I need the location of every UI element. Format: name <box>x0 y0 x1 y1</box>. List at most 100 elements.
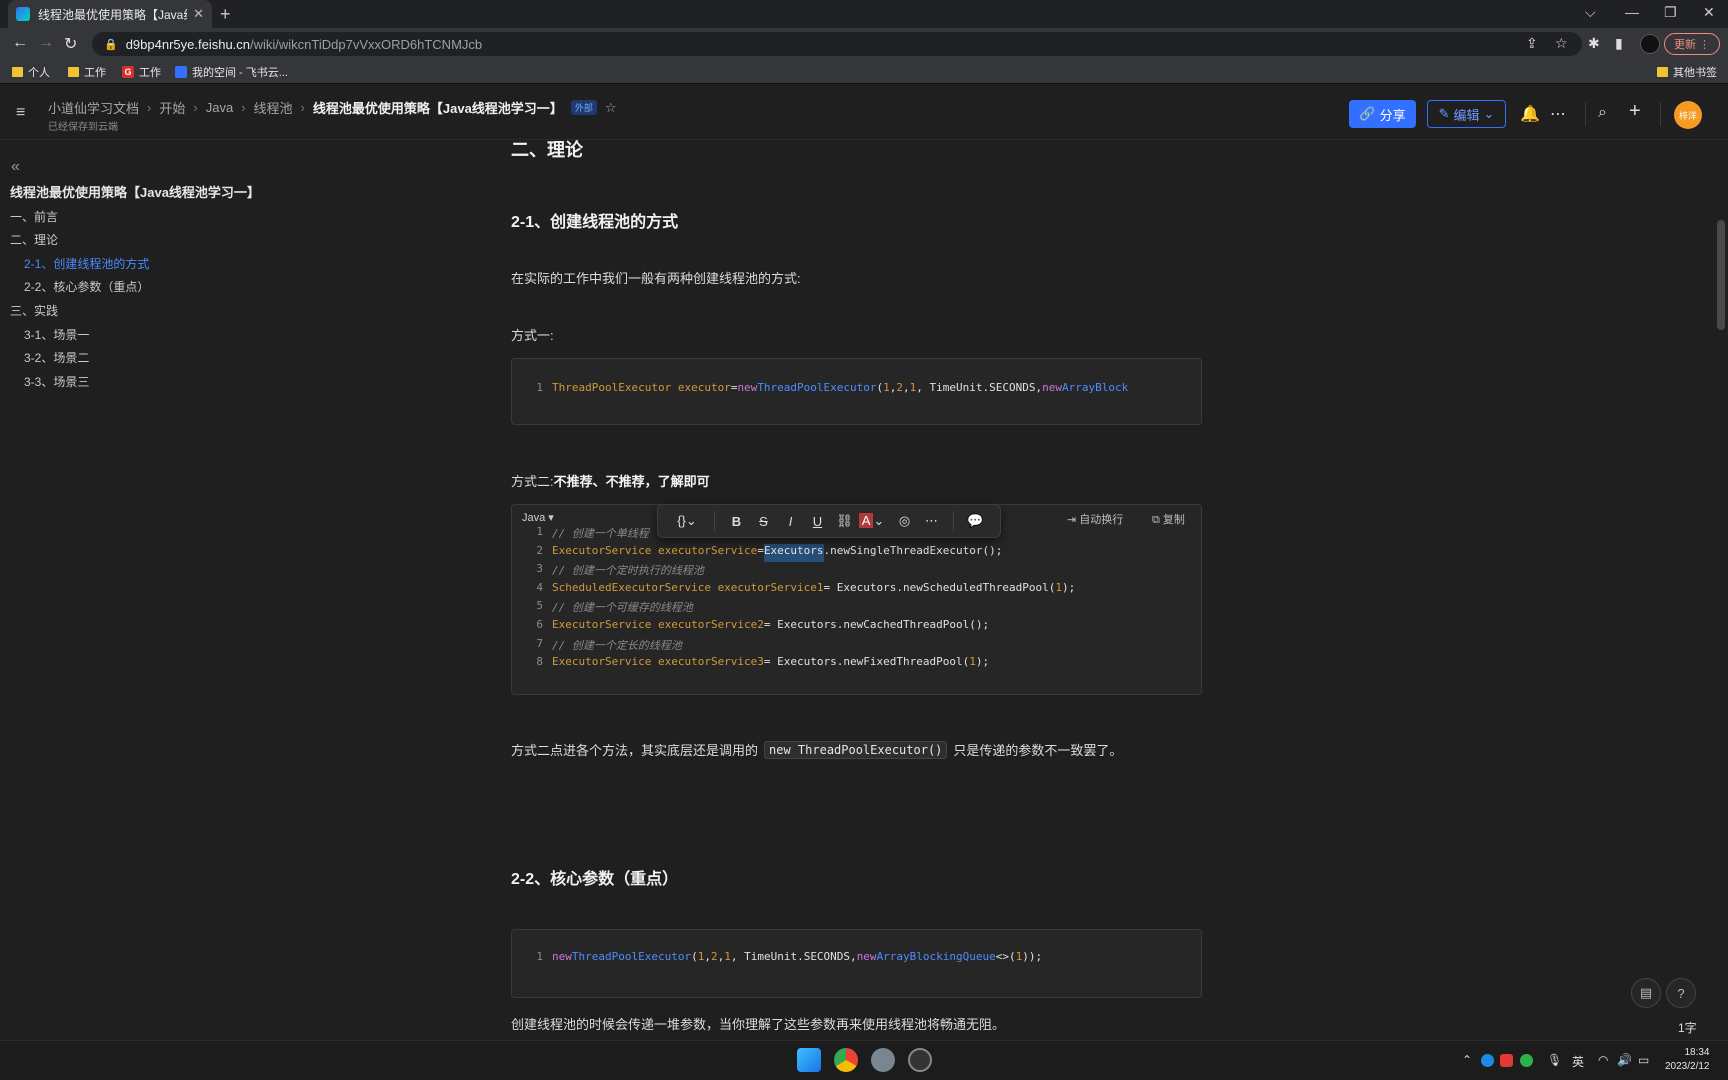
bookmark-work-link[interactable]: G 工作 <box>122 64 161 80</box>
plus-icon[interactable]: + <box>1629 100 1641 123</box>
code-block-3[interactable]: 1 new ThreadPoolExecutor(1, 2, 1, TimeUnit… <box>511 929 1202 998</box>
bookmark-my-space[interactable]: 我的空间 - 飞书云... <box>175 64 288 80</box>
help-icon[interactable]: ? <box>1666 978 1696 1008</box>
paragraph-way2[interactable]: 方式二:不推荐、不推荐，了解即可 <box>511 471 710 490</box>
extensions-icon[interactable]: ✱ <box>1588 35 1600 52</box>
wifi-icon[interactable]: ◠ <box>1598 1053 1608 1067</box>
bell-icon[interactable]: 🔔 <box>1520 104 1540 124</box>
toc-item[interactable]: 二、理论 <box>10 231 58 248</box>
breadcrumb-item[interactable]: 开始 <box>159 98 185 117</box>
code-token: 2 <box>896 381 904 394</box>
code-line[interactable]: 1 ThreadPoolExecutor executor = new Threa… <box>512 381 1128 399</box>
toc-title[interactable]: 线程池最优使用策略【Java线程池学习一】 <box>10 182 260 201</box>
settings-icon[interactable] <box>871 1048 895 1072</box>
toc-item-active[interactable]: 2-1、创建线程池的方式 <box>24 255 149 272</box>
code-block-1[interactable]: 1 ThreadPoolExecutor executor = new Threa… <box>511 358 1202 425</box>
close-tab-icon[interactable]: ✕ <box>193 6 204 22</box>
paragraph-intro[interactable]: 在实际的工作中我们一般有两种创建线程池的方式: <box>511 268 801 287</box>
breadcrumb-item[interactable]: 小道仙学习文档 <box>48 98 139 117</box>
language-select[interactable]: Java ▾ <box>522 511 554 524</box>
copy-button[interactable]: ⧉ 复制 <box>1152 511 1185 527</box>
italic-icon[interactable]: I <box>777 514 804 529</box>
side-panel-icon[interactable]: ▮ <box>1615 35 1623 52</box>
code-line[interactable]: 8 ExecutorService executorService3 = Exec… <box>512 655 989 673</box>
outline-icon[interactable]: ▤ <box>1631 978 1661 1008</box>
system-clock[interactable]: 18:34 2023/2/12 <box>1665 1046 1710 1074</box>
minimize-icon[interactable]: — <box>1625 4 1639 20</box>
toc-item[interactable]: 一、前言 <box>10 208 58 225</box>
tray-app-icon[interactable] <box>1500 1054 1513 1067</box>
url-input[interactable]: 🔒 d9bp4nr5ye.feishu.cn/wiki/wikcnTiDdp7v… <box>92 32 1582 56</box>
paragraph-core[interactable]: 创建线程池的时候会传递一堆参数，当你理解了这些参数再来使用线程池将畅通无阻。 <box>511 1014 1005 1033</box>
tray-chevron-icon[interactable]: ⌃ <box>1462 1053 1472 1067</box>
toc-item[interactable]: 3-3、场景三 <box>24 373 89 390</box>
text-color-icon[interactable]: A ⌄ <box>858 513 885 529</box>
ai-icon[interactable]: ◎ <box>891 513 918 529</box>
menu-toggle-icon[interactable]: ≡ <box>16 104 25 122</box>
more-icon[interactable]: ⋯ <box>918 513 945 529</box>
more-icon[interactable]: ⋯ <box>1550 104 1566 124</box>
format-toolbar: {}⌄ B S I U ⛓ A ⌄ ◎ ⋯ 💬 <box>657 504 1001 538</box>
volume-icon[interactable]: 🔊 <box>1617 1053 1632 1067</box>
bookmark-star-icon[interactable]: ☆ <box>1555 35 1568 52</box>
browser-tab[interactable]: 线程池最优使用策略【Java线程池 ✕ <box>8 0 212 28</box>
collapse-sidebar-icon[interactable]: « <box>11 158 20 176</box>
code-line[interactable]: 1 new ThreadPoolExecutor(1, 2, 1, TimeUnit… <box>512 950 1042 968</box>
edit-mode-button[interactable]: ✎ 编辑 ⌄ <box>1427 100 1506 128</box>
favorite-star-icon[interactable]: ☆ <box>605 100 617 116</box>
comment-icon[interactable]: 💬 <box>962 513 989 529</box>
heading-create-pool[interactable]: 2-1、创建线程池的方式 <box>511 208 678 232</box>
code-line[interactable]: 3 // 创建一个定时执行的线程池 <box>512 562 704 580</box>
share-page-icon[interactable]: ⇪ <box>1526 35 1538 52</box>
code-token: ArrayBlockingQueue <box>876 950 996 963</box>
profile-avatar[interactable] <box>1640 34 1660 54</box>
toc-item[interactable]: 2-2、核心参数（重点） <box>24 278 149 295</box>
strikethrough-icon[interactable]: S <box>750 514 777 529</box>
code-block-icon[interactable]: {}⌄ <box>668 513 706 529</box>
link-icon[interactable]: ⛓ <box>831 513 858 529</box>
user-avatar[interactable]: 梓洋 <box>1674 101 1702 129</box>
bold-icon[interactable]: B <box>723 514 750 529</box>
code-line[interactable]: 6 ExecutorService executorService2 = Exec… <box>512 618 989 636</box>
scrollbar-thumb[interactable] <box>1717 220 1725 330</box>
share-button[interactable]: 🔗 分享 <box>1349 100 1416 128</box>
underline-icon[interactable]: U <box>804 514 831 529</box>
breadcrumb-item[interactable]: 线程池 <box>254 98 293 117</box>
toc-item[interactable]: 3-1、场景一 <box>24 326 89 343</box>
code-line[interactable]: 4 ScheduledExecutorService executorServic… <box>512 581 1075 599</box>
close-window-icon[interactable]: ✕ <box>1703 4 1715 21</box>
reload-icon[interactable]: ↻ <box>64 34 77 54</box>
restore-icon[interactable]: ❐ <box>1664 4 1677 21</box>
tab-search-icon[interactable]: ⌵ <box>1585 4 1596 21</box>
chrome-icon[interactable] <box>834 1048 858 1072</box>
ime-indicator[interactable]: 英 <box>1572 1053 1584 1070</box>
windows-start-icon[interactable] <box>797 1048 821 1072</box>
toc-item[interactable]: 3-2、场景二 <box>24 349 89 366</box>
forward-icon[interactable]: → <box>38 34 54 52</box>
tray-app-icon[interactable] <box>1481 1054 1494 1067</box>
back-icon[interactable]: ← <box>12 34 28 52</box>
heading-core-params[interactable]: 2-2、核心参数（重点） <box>511 865 678 889</box>
update-button[interactable]: 更新 ⋮ <box>1664 33 1720 55</box>
toc-item[interactable]: 三、实践 <box>10 302 58 319</box>
bookmark-folder-work[interactable]: 工作 <box>68 64 106 80</box>
paragraph-explain[interactable]: 方式二点进各个方法，其实底层还是调用的 new ThreadPoolExecut… <box>511 740 1122 759</box>
microphone-icon[interactable]: 🎙 <box>1547 1053 1562 1067</box>
search-icon[interactable]: ⌕ <box>1598 104 1607 122</box>
heading-theory[interactable]: 二、理论 <box>511 136 583 162</box>
browser-tab-bar <box>0 0 1728 28</box>
bookmark-other[interactable]: 其他书签 <box>1657 64 1717 80</box>
auto-wrap-button[interactable]: ⇥ 自动换行 <box>1067 511 1123 527</box>
code-line[interactable]: 1 // 创建一个单线程 <box>512 525 649 543</box>
code-line[interactable]: 7 // 创建一个定长的线程池 <box>512 637 682 655</box>
battery-icon[interactable]: ▭ <box>1638 1053 1649 1067</box>
wechat-icon[interactable] <box>1520 1054 1533 1067</box>
bookmark-folder-personal[interactable]: 个人 <box>12 64 50 80</box>
code-line[interactable]: 5 // 创建一个可缓存的线程池 <box>512 599 693 617</box>
new-tab-icon[interactable]: + <box>220 4 231 25</box>
breadcrumb-item[interactable]: Java <box>206 100 233 115</box>
code-line[interactable]: 2 ExecutorService executorService = Execu… <box>512 543 1002 562</box>
code-token: ThreadPoolExecutor <box>757 381 877 394</box>
app-icon[interactable] <box>908 1048 932 1072</box>
paragraph-way1[interactable]: 方式一: <box>511 325 554 344</box>
